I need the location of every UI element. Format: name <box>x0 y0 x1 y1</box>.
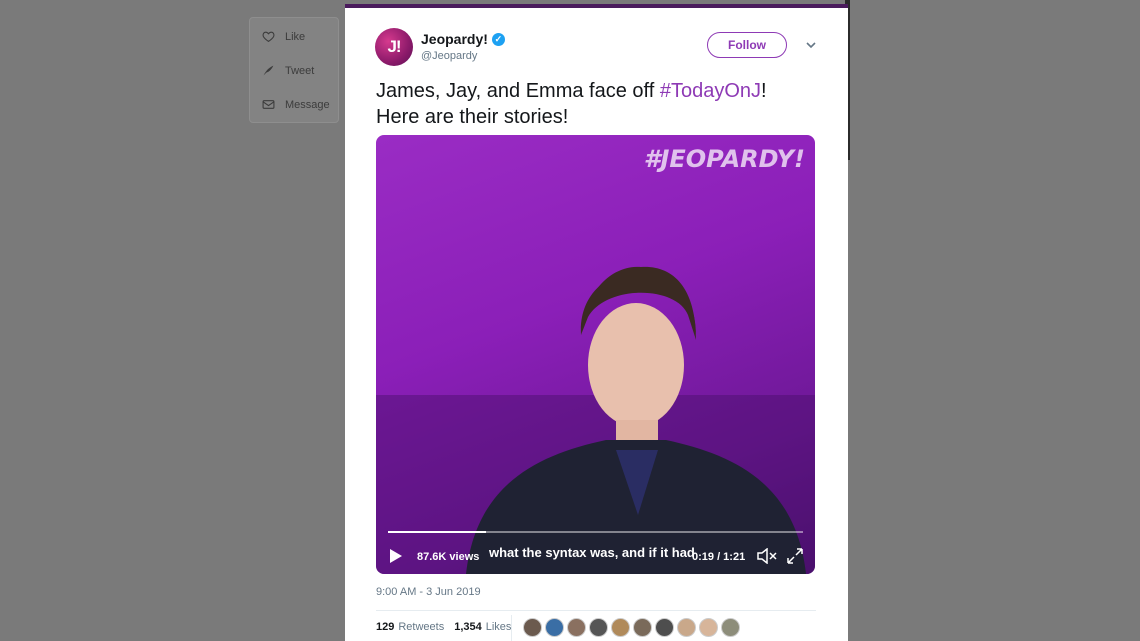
liker-avatar[interactable] <box>655 618 674 637</box>
avatar-logo-text: J! <box>387 37 401 56</box>
play-icon[interactable] <box>389 548 403 564</box>
verified-badge-icon: ✓ <box>491 32 505 46</box>
video-progress-fill <box>388 531 486 533</box>
liker-avatar[interactable] <box>589 618 608 637</box>
liker-avatar[interactable] <box>699 618 718 637</box>
liker-avatar[interactable] <box>633 618 652 637</box>
tweet-card: J! Jeopardy! ✓ @Jeopardy Follow James, J… <box>345 4 848 641</box>
video-player[interactable]: #JEOPARDY! 87.6K views what the syntax w… <box>376 135 815 574</box>
liker-avatar[interactable] <box>567 618 586 637</box>
tweet-label: Tweet <box>285 64 315 77</box>
display-name[interactable]: Jeopardy! ✓ <box>421 31 505 47</box>
message-action[interactable]: Message <box>262 98 330 111</box>
liker-avatar[interactable] <box>545 618 564 637</box>
mute-icon[interactable] <box>757 548 777 564</box>
liker-avatar[interactable] <box>677 618 696 637</box>
video-time: 0:19 / 1:21 <box>692 551 746 563</box>
hashtag-link[interactable]: #TodayOnJ <box>660 80 761 102</box>
video-frame <box>376 266 815 574</box>
user-handle[interactable]: @Jeopardy <box>421 50 477 62</box>
likes-count: 1,354 <box>454 621 482 633</box>
tweet-action[interactable]: Tweet <box>262 64 314 77</box>
card-top-bar <box>345 4 848 8</box>
tweet-stats: 129 Retweets 1,354 Likes <box>376 621 511 633</box>
tweet-text-line2: Here are their stories! <box>376 106 569 128</box>
like-label: Like <box>285 30 306 43</box>
tweet-actions-panel: Like Tweet Message <box>249 17 339 123</box>
retweets-stat[interactable]: 129 Retweets <box>376 621 444 633</box>
message-label: Message <box>285 98 330 111</box>
follow-button[interactable]: Follow <box>707 32 787 58</box>
tweet-text-plain: James, Jay, and Emma face off <box>376 80 660 102</box>
video-watermark: #JEOPARDY! <box>643 145 805 173</box>
video-views: 87.6K views <box>417 551 480 563</box>
chevron-down-icon[interactable] <box>805 39 817 51</box>
stats-separator <box>511 615 512 641</box>
avatar[interactable]: J! <box>375 28 413 66</box>
tweet-text: James, Jay, and Emma face off #TodayOnJ!… <box>376 78 816 130</box>
divider <box>376 610 816 611</box>
likes-stat[interactable]: 1,354 Likes <box>454 621 511 633</box>
fullscreen-icon[interactable] <box>787 548 803 564</box>
quill-icon <box>263 65 274 76</box>
liker-avatar[interactable] <box>721 618 740 637</box>
video-subtitle: what the syntax was, and if it had <box>489 545 695 560</box>
liker-avatars <box>523 618 740 637</box>
heart-icon <box>262 31 275 43</box>
retweets-label: Retweets <box>398 621 445 633</box>
display-name-text: Jeopardy! <box>421 31 488 47</box>
tweet-timestamp[interactable]: 9:00 AM - 3 Jun 2019 <box>376 586 481 598</box>
likes-label: Likes <box>485 621 512 633</box>
liker-avatar[interactable] <box>523 618 542 637</box>
liker-avatar[interactable] <box>611 618 630 637</box>
tweet-text-exclamation: ! <box>761 80 767 102</box>
video-progress-bar[interactable] <box>388 531 803 533</box>
envelope-icon <box>262 100 275 109</box>
like-action[interactable]: Like <box>262 30 305 43</box>
retweets-count: 129 <box>376 621 395 633</box>
